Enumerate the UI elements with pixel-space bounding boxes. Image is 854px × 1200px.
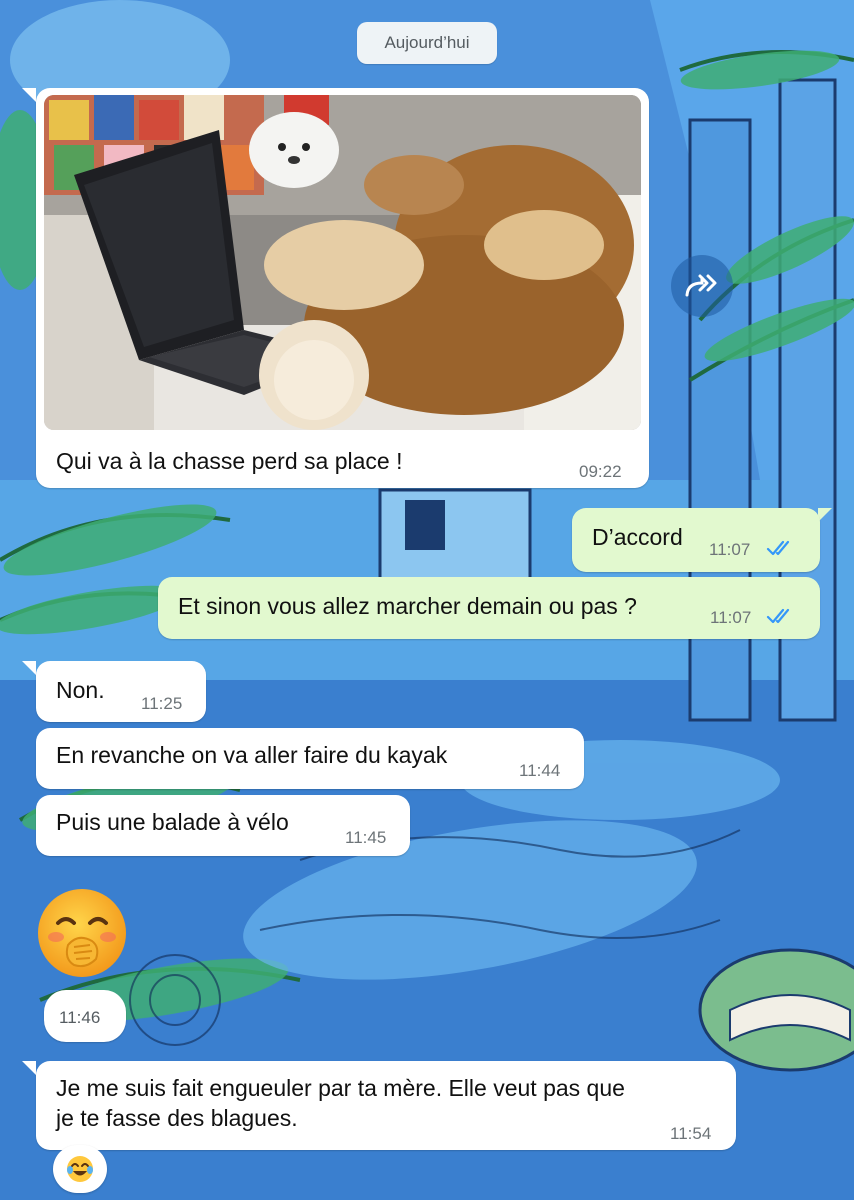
forward-button[interactable] [671,255,733,317]
emoji-message[interactable] [34,885,130,981]
message-text: D’accord [592,524,683,550]
message-time: 11:54 [670,1124,712,1143]
incoming-message-bubble[interactable]: Puis une balade à vélo 11:45 [36,795,410,856]
date-label: Aujourd’hui [384,33,470,52]
reaction-chip[interactable] [53,1145,107,1193]
message-time: 11:46 [59,1008,101,1027]
date-separator: Aujourd’hui [357,22,497,64]
outgoing-message-bubble[interactable]: D’accord 11:07 [572,508,820,572]
double-check-icon [766,540,790,556]
incoming-message-bubble[interactable]: En revanche on va aller faire du kayak 1… [36,728,584,789]
image-caption-area: Qui va à la chasse perd sa place ! 09:22 [36,430,649,488]
image-caption: Qui va à la chasse perd sa place ! [56,448,403,474]
message-time: 11:07 [709,540,751,559]
incoming-message-bubble[interactable]: Non. 11:25 [36,661,206,722]
incoming-message-bubble[interactable]: Je me suis fait engueuler par ta mère. E… [36,1061,736,1150]
message-text-line1: Je me suis fait engueuler par ta mère. E… [56,1075,625,1101]
message-time: 11:45 [345,828,387,847]
outgoing-message-bubble[interactable]: Et sinon vous allez marcher demain ou pa… [158,577,820,639]
message-time: 11:07 [710,608,752,627]
bubble-tail [818,508,832,522]
message-text: Et sinon vous allez marcher demain ou pa… [178,593,637,619]
message-text-line2: je te fasse des blagues. [56,1105,298,1131]
forward-double-arrow-icon [685,274,717,297]
emoji-time-chip: 11:46 [44,990,126,1042]
message-text: Puis une balade à vélo [56,809,289,835]
message-time: 09:22 [579,462,622,481]
bubble-tail [22,88,36,102]
bubble-tail [22,1061,36,1075]
message-text: Non. [56,677,105,703]
message-photo[interactable] [44,95,641,430]
message-text: En revanche on va aller faire du kayak [56,742,448,768]
hand-over-mouth-emoji-icon [38,889,126,977]
message-time: 11:25 [141,694,183,713]
tears-of-joy-emoji-icon [67,1156,93,1182]
double-check-icon [766,608,790,624]
bubble-tail [22,661,36,675]
message-time: 11:44 [519,761,561,780]
